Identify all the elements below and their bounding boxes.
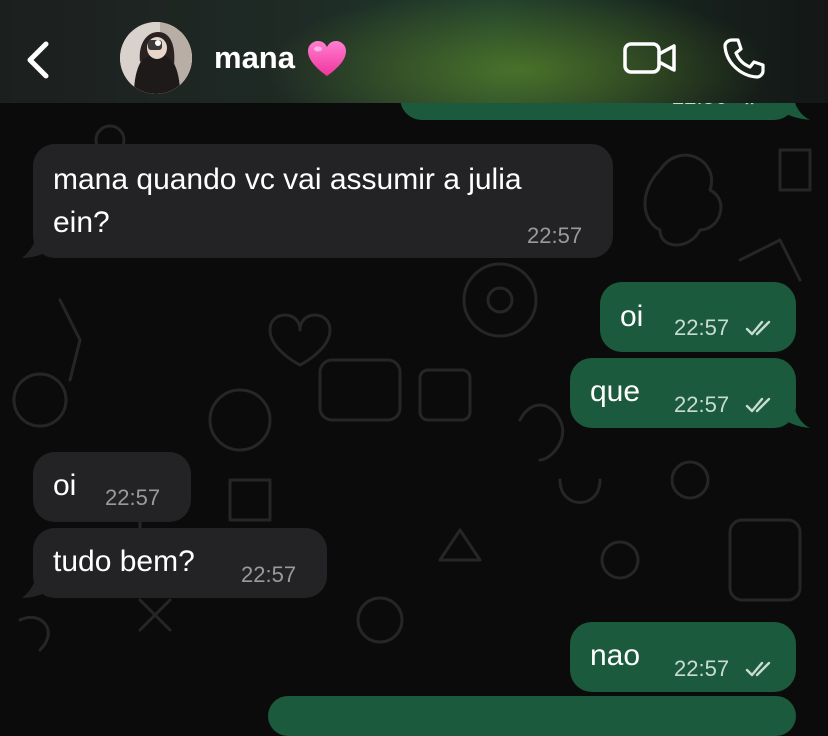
message-bubble-incoming[interactable]: tudo bem? 22:57 — [33, 528, 327, 598]
message-bubble-outgoing[interactable]: nao 22:57 — [570, 622, 796, 692]
message-text: oi — [53, 469, 77, 502]
message-time: 22:57 — [241, 562, 297, 587]
pink-heart-icon — [308, 41, 346, 76]
message-time: 22:57 — [674, 315, 730, 340]
message-text: que — [590, 375, 641, 408]
chat-header: mana — [0, 0, 828, 103]
message-bubble-incoming[interactable]: oi 22:57 — [33, 452, 191, 522]
message-text: oi — [620, 300, 644, 333]
video-camera-icon[interactable] — [622, 38, 678, 78]
message-time: 22:57 — [105, 485, 161, 510]
message-bubble-incoming[interactable]: mana quando vc vai assumir a julia ein? … — [33, 144, 613, 258]
message-text: mana quando vc vai assumir a julia — [53, 163, 522, 196]
message-time: 22:57 — [674, 656, 730, 681]
message-time: 22:57 — [674, 392, 730, 417]
avatar-image — [120, 22, 192, 94]
message-bubble-outgoing[interactable]: oi 22:57 — [600, 282, 796, 352]
chevron-left-icon[interactable] — [20, 38, 56, 82]
read-ticks-icon — [745, 320, 771, 336]
message-text: ein? — [53, 206, 110, 239]
message-bubble-outgoing[interactable]: que 22:57 — [570, 358, 796, 428]
read-ticks-icon — [745, 661, 771, 677]
message-bubble-outgoing[interactable] — [268, 696, 796, 736]
phone-icon[interactable] — [722, 36, 766, 80]
message-text: nao — [590, 639, 641, 672]
message-text: tudo bem? — [53, 545, 195, 578]
read-ticks-icon — [745, 397, 771, 413]
avatar[interactable] — [120, 22, 192, 94]
message-time: 22:57 — [527, 223, 583, 248]
contact-name[interactable]: mana — [214, 40, 295, 76]
